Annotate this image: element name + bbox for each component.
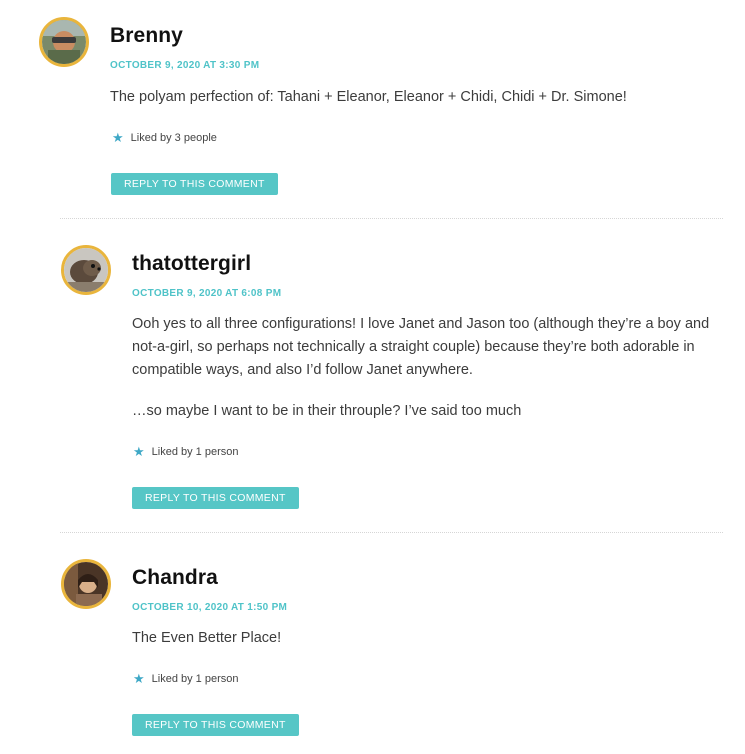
reply-button[interactable]: REPLY TO THIS COMMENT xyxy=(132,487,299,509)
comment-text: …so maybe I want to be in their throuple… xyxy=(132,403,522,419)
comment-date-link[interactable]: OCTOBER 9, 2020 AT 3:30 PM xyxy=(110,60,259,71)
comment-divider xyxy=(60,532,723,533)
reply-button[interactable]: REPLY TO THIS COMMENT xyxy=(132,714,299,736)
reply-button[interactable]: REPLY TO THIS COMMENT xyxy=(111,173,278,195)
comment-author[interactable]: thatottergirl xyxy=(132,252,251,276)
like-count-text: Liked by 1 person xyxy=(151,445,239,458)
avatar-image xyxy=(42,20,86,64)
comment-author[interactable]: Chandra xyxy=(132,566,218,590)
star-icon: ★ xyxy=(133,444,145,459)
comment-text: Ooh yes to all three configurations! I l… xyxy=(132,316,710,378)
comment-text: The Even Better Place! xyxy=(132,630,282,646)
avatar[interactable] xyxy=(61,245,111,295)
comment-text: The polyam perfection of: Tahani + Elean… xyxy=(110,89,627,105)
avatar[interactable] xyxy=(39,17,89,67)
comment-date-link[interactable]: OCTOBER 10, 2020 AT 1:50 PM xyxy=(132,602,287,613)
like-count-text: Liked by 1 person xyxy=(151,672,239,685)
avatar-image xyxy=(64,248,108,292)
star-icon: ★ xyxy=(133,671,145,686)
avatar[interactable] xyxy=(61,559,111,609)
comment-body: The Even Better Place! xyxy=(132,627,717,668)
comment-divider xyxy=(60,218,723,219)
like-count-text: Liked by 3 people xyxy=(130,131,217,144)
avatar-image xyxy=(64,562,108,606)
like-summary[interactable]: ★ Liked by 3 people xyxy=(112,131,217,144)
like-summary[interactable]: ★ Liked by 1 person xyxy=(133,672,239,685)
comment-author[interactable]: Brenny xyxy=(110,24,183,48)
comment-body: Ooh yes to all three configurations! I l… xyxy=(132,313,717,441)
comment-date-link[interactable]: OCTOBER 9, 2020 AT 6:08 PM xyxy=(132,288,281,299)
comment-body: The polyam perfection of: Tahani + Elean… xyxy=(110,86,710,127)
like-summary[interactable]: ★ Liked by 1 person xyxy=(133,445,239,458)
star-icon: ★ xyxy=(112,130,124,145)
